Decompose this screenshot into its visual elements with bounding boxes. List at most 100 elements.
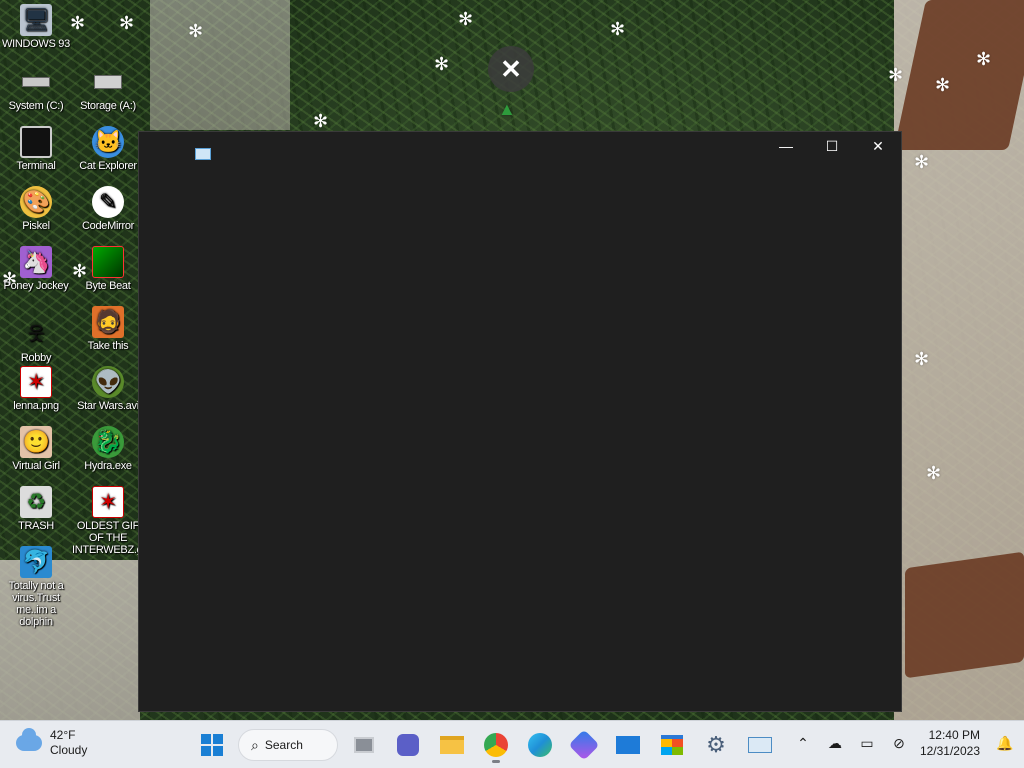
desktop-icon-terminal[interactable]: Terminal bbox=[0, 126, 72, 172]
weather-condition: Cloudy bbox=[50, 743, 88, 757]
trash-icon: ♻ bbox=[20, 486, 52, 518]
store-button[interactable] bbox=[654, 727, 690, 763]
desktop-icon-label: Robby bbox=[20, 352, 52, 364]
maximize-button[interactable]: ☐ bbox=[809, 132, 855, 160]
palette-icon: 🎨 bbox=[20, 186, 52, 218]
weather-temp: 42°F bbox=[50, 728, 76, 742]
copilot-button[interactable] bbox=[566, 727, 602, 763]
desktop-icon-hydra[interactable]: 🐉 Hydra.exe bbox=[72, 426, 144, 472]
desktop-icon-byte-beat[interactable]: Byte Beat bbox=[72, 246, 144, 292]
desktop-icon-piskel[interactable]: 🎨 Piskel bbox=[0, 186, 72, 232]
snowflake: ✻ bbox=[976, 49, 992, 69]
copilot-icon bbox=[568, 729, 600, 761]
running-indicator bbox=[492, 760, 500, 763]
snowflake: ✻ bbox=[935, 75, 951, 95]
monitor-app-button[interactable] bbox=[742, 727, 778, 763]
gif-file-icon: ✶ bbox=[92, 486, 124, 518]
file-explorer-button[interactable] bbox=[434, 727, 470, 763]
snowflake: ✻ bbox=[458, 9, 474, 29]
desktop-icon-codemirror[interactable]: ✎ CodeMirror bbox=[72, 186, 144, 232]
task-view-button[interactable] bbox=[346, 727, 382, 763]
wallpaper-wood-bottom bbox=[905, 551, 1024, 679]
desktop-icon-label: Hydra.exe bbox=[84, 460, 132, 472]
yoda-icon: 👽 bbox=[92, 366, 124, 398]
weather-widget[interactable]: 42°F Cloudy bbox=[16, 728, 87, 758]
tree-icon: ▲ bbox=[498, 99, 516, 119]
chevron-up-icon[interactable]: ⌃ bbox=[792, 732, 814, 754]
search-label: Search bbox=[264, 738, 303, 752]
window-content bbox=[139, 162, 901, 711]
start-icon bbox=[201, 734, 223, 756]
chrome-button[interactable] bbox=[478, 727, 514, 763]
close-icon: ✕ bbox=[872, 137, 884, 154]
app-icon bbox=[195, 148, 211, 160]
desktop-icon-label: Poney Jockey bbox=[3, 280, 69, 292]
close-icon: ✕ bbox=[500, 53, 522, 84]
app-window: — ☐ ✕ bbox=[138, 131, 902, 712]
desktop-icon-storage-a[interactable]: Storage (A:) bbox=[72, 66, 144, 112]
desktop-icon-label: CodeMirror bbox=[81, 220, 134, 232]
clock[interactable]: 12:40 PM 12/31/2023 bbox=[920, 727, 984, 759]
edge-icon bbox=[528, 733, 552, 757]
image-file-icon: ✶ bbox=[20, 366, 52, 398]
desktop-icon-label: Totally not a virus.Trust me..im a dolph… bbox=[8, 580, 64, 628]
desktop-icon-system-c[interactable]: System (C:) bbox=[0, 66, 72, 112]
window-titlebar[interactable]: — ☐ ✕ bbox=[139, 132, 901, 162]
search-button[interactable]: ⌕ Search bbox=[238, 729, 338, 761]
edge-button[interactable] bbox=[522, 727, 558, 763]
snowflake: ✻ bbox=[610, 19, 626, 39]
stick-figure-icon: 웃 bbox=[27, 324, 45, 344]
face-icon: 🙂 bbox=[20, 426, 52, 458]
maximize-icon: ☐ bbox=[825, 137, 839, 154]
network-muted-icon[interactable]: ⊘ bbox=[888, 732, 910, 754]
clock-time: 12:40 PM bbox=[928, 728, 980, 742]
desktop-icon-poney-jockey[interactable]: 🦄 Poney Jockey bbox=[0, 246, 72, 292]
desktop-icon-label: OLDEST GIF OF THE INTERWEBZ.gif bbox=[72, 520, 148, 556]
onedrive-offline-icon[interactable]: ☁ bbox=[824, 732, 846, 754]
pixel-man-icon: 🧔 bbox=[92, 306, 124, 338]
desktop-icon-label: TRASH bbox=[18, 520, 54, 532]
desktop-icon-windows93[interactable]: 🖥 WINDOWS 93 bbox=[0, 4, 72, 50]
pony-icon: 🦄 bbox=[20, 246, 52, 278]
desktop-icon-label: lenna.png bbox=[13, 400, 59, 412]
minimize-icon: — bbox=[779, 138, 793, 154]
desktop-icon-take-this[interactable]: 🧔 Take this bbox=[72, 306, 144, 352]
meet-button[interactable] bbox=[390, 727, 426, 763]
overlay-close-button[interactable]: ✕ bbox=[488, 46, 534, 92]
bytebeat-icon bbox=[92, 246, 124, 278]
cat-globe-icon: 🐱 bbox=[92, 126, 124, 158]
search-icon: ⌕ bbox=[251, 736, 259, 753]
snowflake: ✻ bbox=[434, 54, 450, 74]
snowflake: ✻ bbox=[926, 463, 942, 483]
close-button[interactable]: ✕ bbox=[855, 132, 901, 160]
codemirror-icon: ✎ bbox=[92, 186, 124, 218]
cloud-icon bbox=[16, 728, 42, 751]
store-icon bbox=[661, 735, 683, 755]
system-tray: ⌃ ☁ ▭ ⊘ 12:40 PM 12/31/2023 🔔 bbox=[792, 727, 1016, 759]
dolphin-shortcut-icon: 🐬 bbox=[20, 546, 52, 578]
desktop-icon-virtual-girl[interactable]: 🙂 Virtual Girl bbox=[0, 426, 72, 472]
desktop-icon-label: Star Wars.avi bbox=[77, 400, 139, 412]
notification-bell-icon[interactable]: 🔔 bbox=[994, 732, 1016, 754]
desktop-icon-label: Terminal bbox=[16, 160, 56, 172]
window-controls: — ☐ ✕ bbox=[763, 132, 901, 160]
desktop-icon-star-wars[interactable]: 👽 Star Wars.avi bbox=[72, 366, 144, 412]
settings-button[interactable]: ⚙ bbox=[698, 727, 734, 763]
terminal-icon bbox=[20, 126, 52, 158]
hydra-icon: 🐉 bbox=[92, 426, 124, 458]
desktop-icon-label: WINDOWS 93 bbox=[2, 38, 70, 50]
desktop-icon-robby[interactable]: 웃 Robby bbox=[0, 318, 72, 364]
desktop-icon-trash[interactable]: ♻ TRASH bbox=[0, 486, 72, 532]
desktop-icon-lenna[interactable]: ✶ lenna.png bbox=[0, 366, 72, 412]
monitor-app-icon bbox=[748, 737, 772, 753]
mail-button[interactable] bbox=[610, 727, 646, 763]
taskbar: 42°F Cloudy ⌕ Search ⚙ ⌃ ☁ ▭ ⊘ 12:40 PM … bbox=[0, 720, 1024, 768]
desktop-icon-dolphin[interactable]: 🐬 Totally not a virus.Trust me..im a dol… bbox=[0, 546, 72, 628]
snowflake: ✻ bbox=[188, 21, 204, 41]
desktop-icon-cat-explorer[interactable]: 🐱 Cat Explorer bbox=[72, 126, 144, 172]
desktop-icon-oldest-gif[interactable]: ✶ OLDEST GIF OF THE INTERWEBZ.gif bbox=[72, 486, 148, 556]
snowflake: ✻ bbox=[70, 13, 86, 33]
display-icon[interactable]: ▭ bbox=[856, 732, 878, 754]
start-button[interactable] bbox=[194, 727, 230, 763]
minimize-button[interactable]: — bbox=[763, 132, 809, 160]
